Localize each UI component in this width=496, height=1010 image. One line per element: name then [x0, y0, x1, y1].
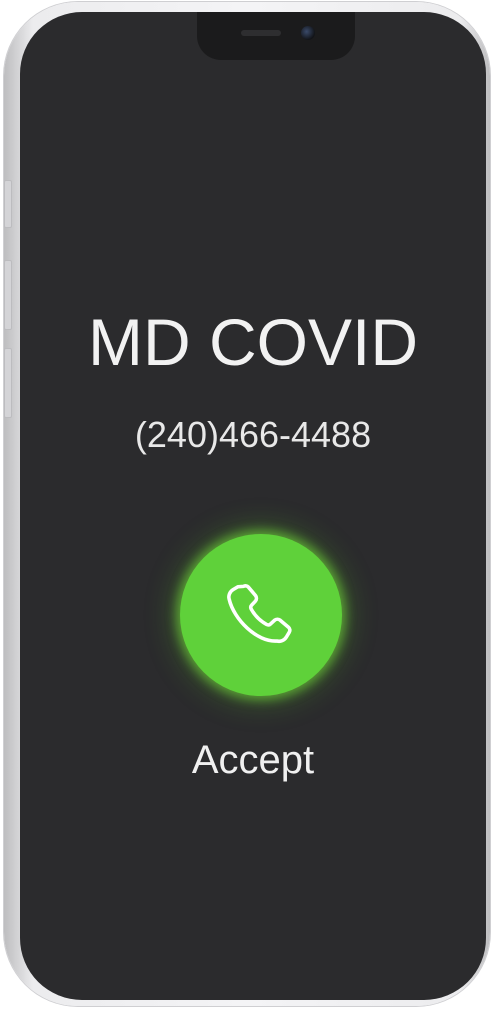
- mute-switch: [4, 180, 12, 228]
- notch: [197, 12, 355, 60]
- incoming-call-screen: MD COVID (240)466-4488 Accept: [20, 12, 486, 1000]
- volume-up-button: [4, 260, 12, 330]
- accept-call-button[interactable]: [180, 534, 342, 696]
- phone-frame: MD COVID (240)466-4488 Accept: [4, 2, 490, 1006]
- caller-number: (240)466-4488: [134, 414, 372, 455]
- caller-name: MD COVID: [88, 305, 418, 379]
- volume-down-button: [4, 348, 12, 418]
- earpiece-speaker: [241, 30, 281, 36]
- front-camera: [301, 26, 315, 40]
- phone-handset-icon: [227, 584, 292, 644]
- accept-label: Accept: [191, 738, 315, 782]
